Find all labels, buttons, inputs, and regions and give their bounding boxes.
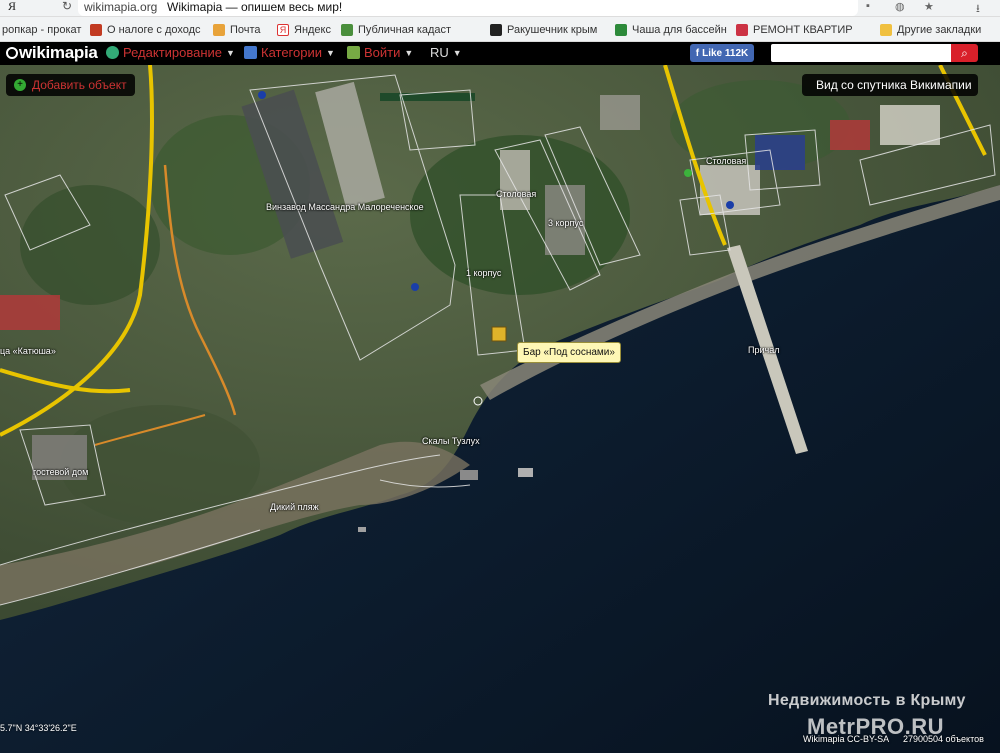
add-object-label: Добавить объект: [32, 78, 127, 92]
bookmark-page-icon[interactable]: ▪: [866, 0, 870, 12]
bookmarks-bar: ропкар - прокат О налоге с доходс Почта …: [0, 17, 1000, 42]
menu-label: RU: [430, 45, 449, 60]
search-icon: ⌕: [961, 46, 968, 60]
mail-icon: [213, 24, 225, 36]
categories-icon: [244, 46, 257, 59]
bookmark-label: Другие закладки: [897, 24, 982, 36]
page-title: Wikimapia — опишем весь мир!: [167, 0, 343, 14]
bookmark-item[interactable]: Чаша для бассейн: [615, 22, 727, 38]
menu-label: Войти: [364, 45, 401, 60]
object-count: 27900504 объектов: [903, 734, 984, 744]
like-label: Like 112K: [702, 47, 749, 59]
building: [0, 295, 60, 330]
place-marker-icon[interactable]: [726, 201, 734, 209]
building: [830, 120, 870, 150]
boat: [518, 468, 533, 477]
chevron-down-icon: ▼: [404, 47, 414, 58]
bookmark-label: РЕМОНТ КВАРТИР: [753, 24, 853, 36]
menu-edit[interactable]: Редактирование ▼: [106, 45, 235, 60]
bookmark-label: Яндекс: [294, 24, 331, 36]
bookmark-label: О налоге с доходс: [107, 24, 201, 36]
place-tooltip[interactable]: Бар «Под соснами»: [517, 342, 621, 363]
place-marker-icon[interactable]: [411, 283, 419, 291]
map-label-block1[interactable]: 1 корпус: [466, 268, 501, 278]
bookmark-item[interactable]: Почта: [213, 22, 261, 38]
map-label-katyusha[interactable]: ца «Катюша»: [0, 346, 56, 356]
calculator-icon: [90, 24, 102, 36]
bookmark-favicon: [490, 24, 502, 36]
logo-text: wikimapia: [19, 43, 98, 62]
map-label-winery[interactable]: Винзавод Массандра Малореченское: [266, 202, 424, 212]
login-icon: [347, 46, 360, 59]
map-label-rocks[interactable]: Скалы Тузлух: [422, 436, 480, 446]
building: [755, 135, 805, 170]
add-object-button[interactable]: + Добавить объект: [6, 74, 135, 96]
bookmark-label: Почта: [230, 24, 261, 36]
green-bar: [380, 93, 475, 101]
url-domain[interactable]: wikimapia.org: [84, 0, 157, 14]
map-label-wild-beach[interactable]: Дикий пляж: [270, 502, 319, 512]
coordinates-readout: 5.7"N 34°33'26.2"E: [0, 723, 77, 733]
search-button[interactable]: ⌕: [951, 44, 978, 62]
map-label-block3[interactable]: 3 корпус: [548, 218, 583, 228]
bookmark-item[interactable]: РЕМОНТ КВАРТИР: [736, 22, 853, 38]
facebook-icon: f: [695, 47, 700, 59]
satellite-map[interactable]: + Добавить объект Вид со спутника Викимап…: [0, 65, 1000, 753]
place-marker-icon[interactable]: [258, 91, 266, 99]
globe-icon: [6, 47, 18, 59]
reload-icon[interactable]: ↻: [62, 0, 72, 13]
browser-address-bar: Я ↻ wikimapia.org Wikimapia — опишем вес…: [0, 0, 1000, 17]
cadastre-icon: [341, 24, 353, 36]
boat: [460, 470, 478, 480]
satellite-view-label: Вид со спутника Викимапии: [816, 78, 972, 92]
chevron-down-icon: ▼: [452, 47, 462, 58]
wikimapia-toolbar: wikimapia Редактирование ▼ Категории ▼ Вой…: [0, 42, 1000, 65]
yandex-logo[interactable]: Я: [8, 0, 16, 14]
search-input[interactable]: [771, 44, 951, 62]
star-icon[interactable]: ★: [924, 0, 934, 13]
plus-icon: +: [14, 79, 26, 91]
chevron-down-icon: ▼: [226, 47, 235, 58]
license-link[interactable]: Wikimapia CC-BY-SA: [803, 734, 889, 744]
bookmark-label: Ракушечник крым: [507, 24, 598, 36]
cafe-marker-icon[interactable]: [684, 169, 692, 177]
bookmark-item[interactable]: Ракушечник крым: [490, 22, 597, 38]
folder-icon: [880, 24, 892, 36]
yandex-icon: Я: [277, 24, 289, 36]
menu-language[interactable]: RU ▼: [430, 45, 462, 60]
bookmark-item[interactable]: Другие закладки: [880, 22, 981, 38]
bookmark-label: ропкар - прокат: [2, 24, 82, 36]
boat: [358, 527, 366, 532]
globe-icon[interactable]: ◍: [895, 0, 905, 13]
building: [880, 105, 940, 145]
bar-marker-icon[interactable]: [491, 326, 507, 342]
watermark-line1: Недвижимость в Крыму: [768, 692, 966, 709]
bookmark-label: Публичная кадаст: [358, 24, 452, 36]
satellite-view-button[interactable]: Вид со спутника Викимапии: [802, 74, 978, 96]
map-label-guest-house[interactable]: гостевой дом: [33, 467, 88, 477]
bookmark-favicon: [615, 24, 627, 36]
house-icon: [736, 24, 748, 36]
menu-label: Категории: [261, 45, 322, 60]
building: [600, 95, 640, 130]
edit-icon: [106, 46, 119, 59]
bookmark-label: Чаша для бассейн: [632, 24, 727, 36]
map-label-canteen[interactable]: Столовая: [496, 189, 536, 199]
building: [500, 150, 530, 210]
map-label-pier[interactable]: Причал: [748, 345, 779, 355]
bookmark-item[interactable]: ропкар - прокат: [2, 22, 81, 38]
menu-login[interactable]: Войти ▼: [347, 45, 413, 60]
wikimapia-logo[interactable]: wikimapia: [6, 43, 98, 63]
bookmark-item[interactable]: Публичная кадаст: [341, 22, 451, 38]
menu-label: Редактирование: [123, 45, 223, 60]
chevron-down-icon: ▼: [326, 47, 335, 58]
bookmark-item[interactable]: Я Яндекс: [277, 22, 331, 38]
menu-categories[interactable]: Категории ▼: [244, 45, 335, 60]
bookmark-item[interactable]: О налоге с доходс: [90, 22, 201, 38]
satellite-imagery[interactable]: [0, 65, 1000, 753]
facebook-like-button[interactable]: f Like 112K: [690, 44, 754, 62]
map-label-canteen[interactable]: Столовая: [706, 156, 746, 166]
